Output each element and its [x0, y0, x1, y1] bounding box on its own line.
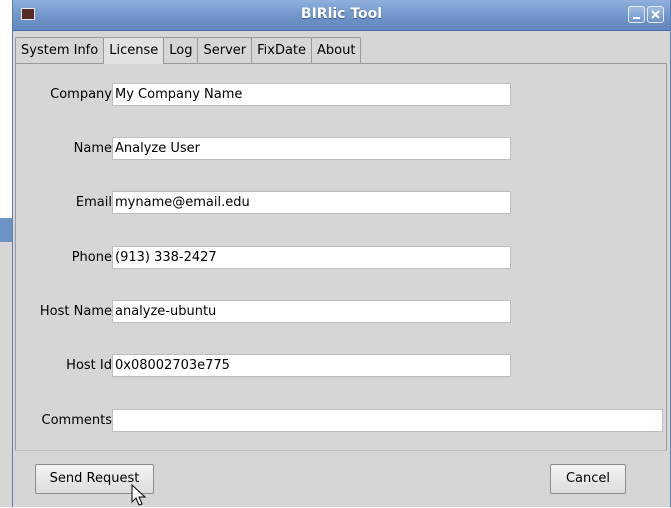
tab-about[interactable]: About: [311, 37, 362, 63]
cancel-button[interactable]: Cancel: [550, 464, 626, 494]
close-icon: [651, 10, 660, 19]
titlebar[interactable]: BIRlic Tool: [13, 0, 670, 31]
email-input[interactable]: [112, 191, 511, 214]
email-label: Email: [75, 195, 112, 210]
tab-fixdate[interactable]: FixDate: [251, 37, 313, 63]
tab-bar: System Info License Log Server FixDate A…: [15, 37, 362, 64]
tab-log[interactable]: Log: [163, 37, 199, 63]
birlic-tool-window: BIRlic Tool System Info License Log Serv…: [12, 0, 671, 507]
minimize-icon: [633, 17, 640, 19]
phone-label: Phone: [71, 250, 112, 265]
company-label: Company: [50, 87, 112, 102]
comments-input[interactable]: [112, 409, 663, 432]
tab-system-info[interactable]: System Info: [15, 37, 105, 63]
name-label: Name: [73, 141, 112, 156]
company-input[interactable]: [112, 83, 511, 106]
close-button[interactable]: [647, 6, 664, 23]
background-window-titlebar: [0, 218, 12, 242]
host-id-input[interactable]: [112, 354, 511, 377]
minimize-button[interactable]: [628, 6, 645, 23]
mouse-pointer-icon: [131, 484, 147, 506]
tab-license[interactable]: License: [103, 37, 165, 64]
phone-input[interactable]: [112, 246, 511, 269]
window-title: BIRlic Tool: [300, 6, 383, 22]
button-separator: [15, 450, 667, 451]
host-name-label: Host Name: [39, 304, 112, 319]
comments-label: Comments: [41, 413, 112, 428]
host-name-input[interactable]: [112, 300, 511, 323]
host-id-label: Host Id: [66, 358, 112, 373]
license-panel: Company Name Email Phone Host Name Host …: [15, 63, 667, 451]
name-input[interactable]: [112, 137, 511, 160]
tab-server[interactable]: Server: [197, 37, 253, 63]
